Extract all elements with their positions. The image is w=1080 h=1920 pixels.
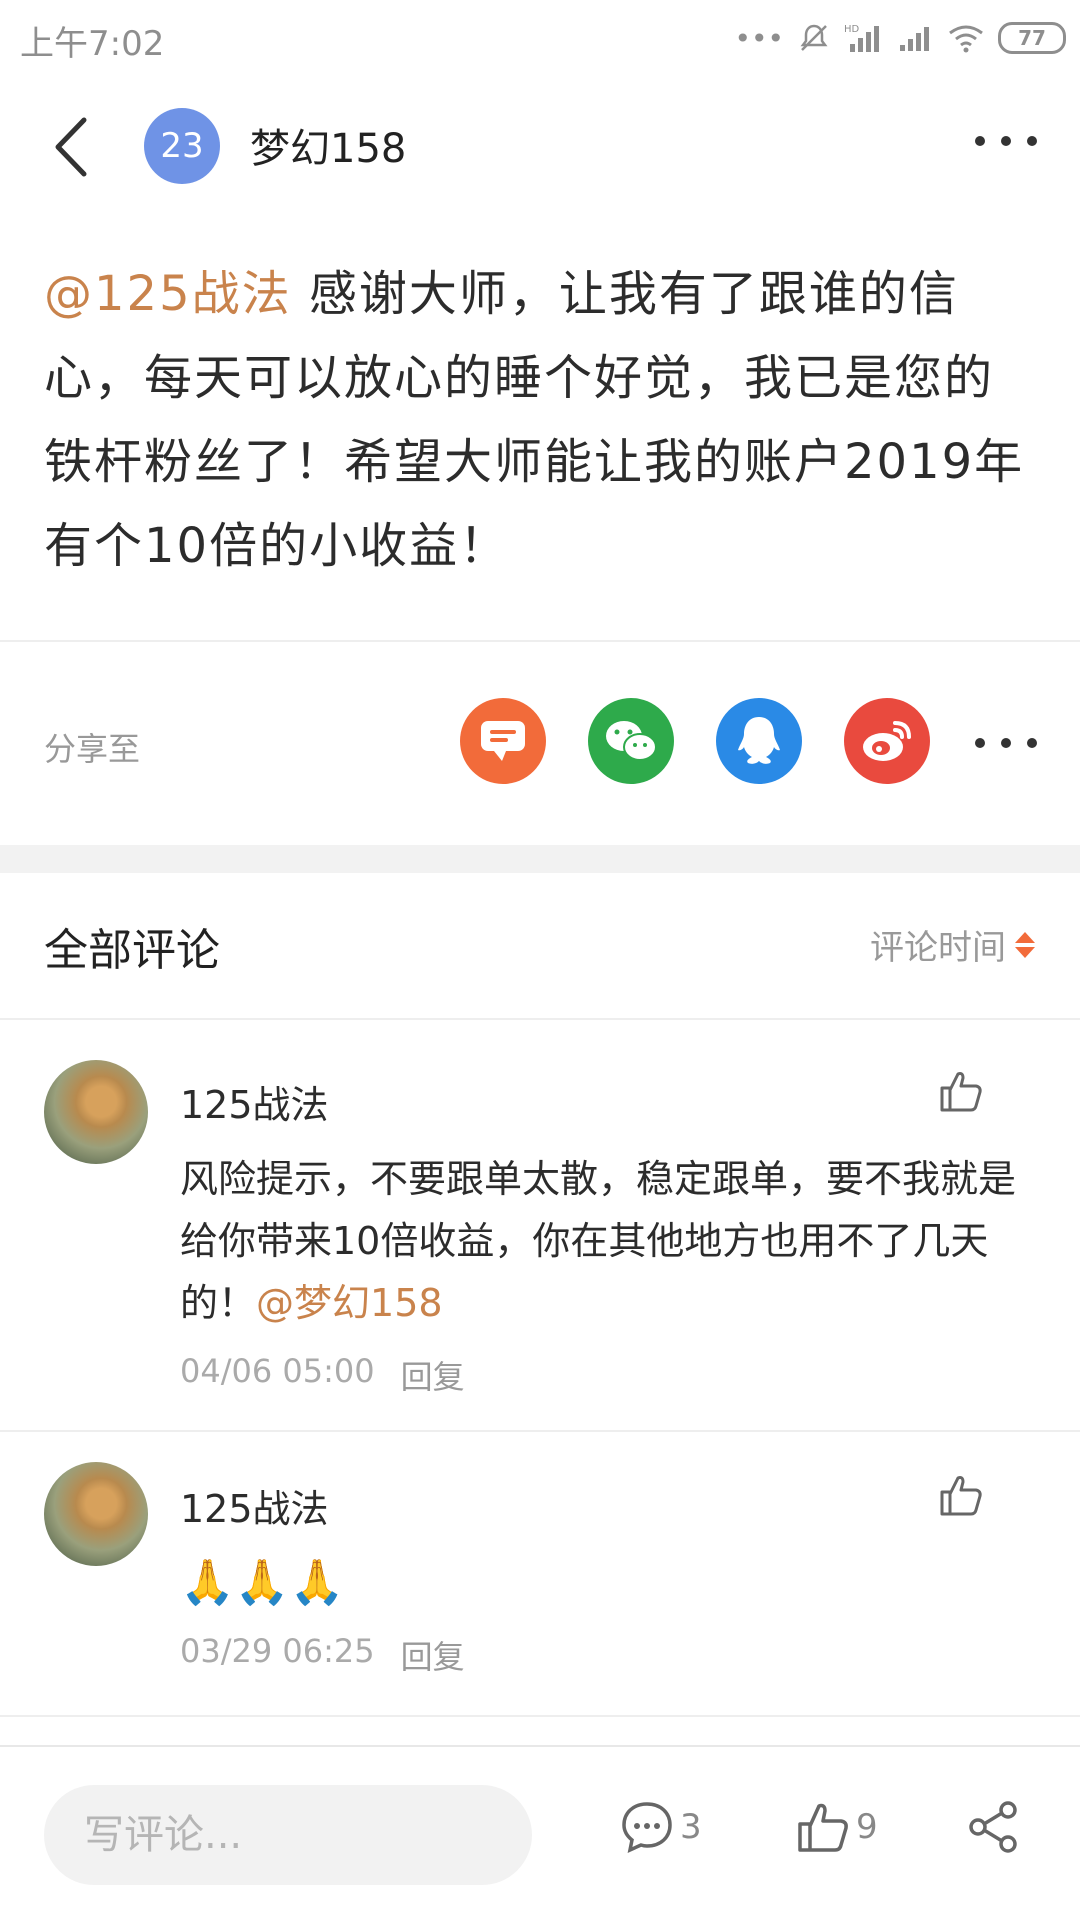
svg-text:HD: HD [844, 24, 860, 35]
comment-time: 03/29 06:25 [180, 1632, 375, 1670]
commenter-avatar[interactable] [44, 1060, 148, 1164]
commenter-name[interactable]: 125战法 [180, 1478, 329, 1533]
sort-label: 评论时间 [870, 928, 1006, 968]
comment-mention[interactable]: @梦幻158 [256, 1281, 443, 1325]
more-button[interactable] [972, 126, 1040, 156]
share-message-button[interactable] [460, 698, 546, 784]
back-button[interactable] [48, 112, 98, 182]
message-icon [481, 721, 525, 761]
share-wechat-button[interactable] [588, 698, 674, 784]
chevron-left-icon [55, 117, 87, 177]
sort-toggle[interactable]: 评论时间 [870, 920, 1036, 969]
author-avatar[interactable]: 23 [144, 108, 220, 184]
comments-count-button[interactable]: 3 [620, 1800, 702, 1854]
more-horizontal-icon [975, 738, 1037, 748]
share-label: 分享至 [44, 730, 141, 768]
wifi-icon [949, 25, 983, 53]
more-dots-icon: ••• [734, 21, 784, 55]
comment-time: 04/06 05:00 [180, 1352, 375, 1390]
bottom-bar-divider [0, 1745, 1080, 1747]
divider [0, 640, 1080, 642]
wechat-icon [606, 721, 657, 761]
battery-icon: 77 [998, 22, 1066, 54]
comment-like-button[interactable] [938, 1068, 984, 1114]
post-mention[interactable]: @125战法 [44, 266, 292, 322]
comments-title: 全部评论 [44, 925, 220, 976]
comment-like-button[interactable] [938, 1472, 984, 1518]
divider [0, 1715, 1080, 1717]
comments-count: 3 [680, 1807, 702, 1847]
signal-icon [900, 27, 929, 51]
share-qq-button[interactable] [716, 698, 802, 784]
commenter-name[interactable]: 125战法 [180, 1074, 329, 1129]
like-count: 9 [856, 1807, 878, 1847]
thumbs-up-icon [940, 1476, 982, 1516]
post-content: @125战法 感谢大师，让我有了跟谁的信心，每天可以放心的睡个好觉，我已是您的铁… [44, 252, 1034, 588]
mute-icon [800, 24, 828, 51]
comment-bubble-icon [622, 1802, 672, 1854]
comment-text: 风险提示，不要跟单太散，稳定跟单，要不我就是给你带来10倍收益，你在其他地方也用… [180, 1148, 1040, 1334]
comment-input[interactable]: 写评论... [44, 1785, 532, 1885]
share-icon [969, 1801, 1017, 1853]
qq-icon [738, 717, 780, 764]
status-time: 上午7:02 [20, 24, 165, 64]
thumbs-up-icon [940, 1072, 982, 1112]
more-horizontal-icon [975, 136, 1037, 146]
share-weibo-button[interactable] [844, 698, 930, 784]
status-bar: 上午7:02 ••• HD 77 [0, 0, 1080, 74]
share-more-button[interactable] [972, 728, 1040, 758]
thumbs-up-icon [798, 1803, 848, 1852]
signal-hd-icon: HD [844, 24, 879, 52]
commenter-avatar[interactable] [44, 1462, 148, 1566]
like-button[interactable]: 9 [796, 1800, 878, 1854]
status-icons: ••• HD 77 [734, 18, 1066, 58]
author-name[interactable]: 梦幻158 [250, 116, 406, 174]
comment-meta: 04/06 05:00 回复 [180, 1352, 465, 1398]
section-gap [0, 845, 1080, 873]
divider [0, 1430, 1080, 1432]
share-button[interactable] [966, 1800, 1020, 1854]
reply-button[interactable]: 回复 [401, 1632, 465, 1678]
weibo-icon [863, 721, 911, 761]
reply-button[interactable]: 回复 [401, 1352, 465, 1398]
comment-meta: 03/29 06:25 回复 [180, 1632, 465, 1678]
comment-text: 🙏🙏🙏 [180, 1557, 345, 1608]
divider [0, 1018, 1080, 1020]
sort-arrows-icon [1015, 931, 1035, 958]
